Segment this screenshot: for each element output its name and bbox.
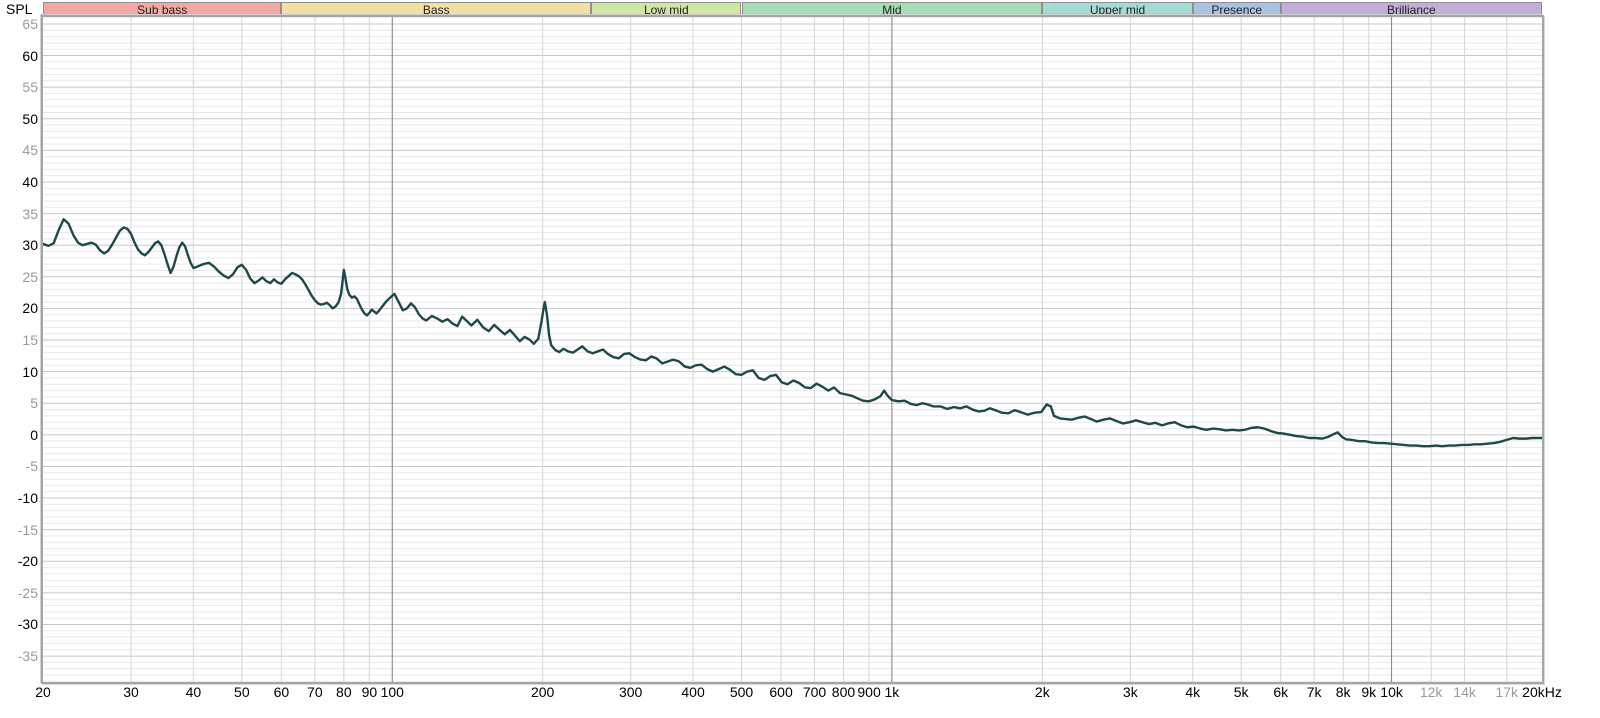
y-tick-label: 40 [22, 173, 38, 190]
x-tick-label: 900 [857, 684, 881, 700]
x-tick-label: 5k [1233, 684, 1249, 700]
x-tick-label: 300 [618, 684, 643, 700]
x-tick-label: 500 [729, 684, 754, 700]
y-tick-label: 30 [22, 237, 38, 254]
y-tick-label: -35 [17, 648, 38, 665]
y-tick-label: 5 [30, 395, 38, 412]
x-tick-label: 9k [1361, 684, 1377, 700]
y-tick-label: 45 [22, 142, 38, 159]
x-tick-label: 1k [884, 684, 900, 700]
x-tick-label: 800 [831, 684, 856, 700]
plot-area[interactable] [41, 15, 1544, 684]
y-tick-label: 0 [30, 426, 38, 443]
spl-frequency-response-chart: SPL Sub bass Bass Low mid Mid Upper mid Prese… [0, 0, 1600, 718]
x-axis-tick-labels: 20 30 40 50 60 70 80 90 100 200 300 400 500 600 700 800… [0, 685, 1600, 705]
x-tick-label: 3k [1122, 684, 1138, 700]
x-tick-label: 60 [273, 684, 290, 700]
x-tick-label: 8k [1335, 684, 1351, 700]
x-tick-label: 30 [123, 684, 139, 700]
x-tick-label: 40 [185, 684, 202, 700]
x-tick-label: 50 [234, 684, 250, 700]
y-tick-label: 55 [22, 79, 38, 96]
x-tick-label: 7k [1306, 684, 1322, 700]
x-tick-label: 20kHz [1522, 684, 1562, 700]
x-tick-label: 600 [769, 684, 793, 700]
x-tick-label: 17k [1495, 684, 1519, 700]
y-tick-label: -5 [25, 458, 38, 475]
x-tick-label: 4k [1185, 684, 1201, 700]
y-tick-label: 25 [22, 268, 38, 285]
x-tick-label: 70 [307, 684, 323, 700]
chart-canvas [43, 17, 1542, 682]
x-tick-label: 700 [802, 684, 827, 700]
x-tick-label: 90 [361, 684, 378, 700]
y-tick-label: -30 [17, 616, 38, 633]
x-tick-label: 20 [35, 684, 51, 700]
y-tick-label: -25 [17, 584, 38, 601]
x-tick-label: 2k [1034, 684, 1050, 700]
x-tick-label: 100 [380, 684, 404, 700]
x-tick-label: 6k [1273, 684, 1289, 700]
x-tick-label: 10k [1380, 684, 1403, 700]
x-tick-label: 200 [530, 684, 555, 700]
spl-response-curve [43, 218, 1542, 448]
y-tick-label: -15 [17, 521, 38, 538]
x-tick-label: 12k [1419, 684, 1443, 700]
y-tick-label: 65 [22, 15, 38, 32]
y-tick-label: 50 [22, 110, 38, 127]
x-tick-label: 80 [336, 684, 352, 700]
y-tick-label: -10 [17, 490, 38, 507]
y-tick-label: 60 [22, 47, 38, 64]
y-tick-label: 10 [22, 363, 38, 380]
y-tick-label: 35 [22, 205, 38, 222]
y-tick-label: 20 [22, 300, 38, 317]
y-tick-label: -20 [17, 553, 38, 570]
y-axis-tick-labels: 65 60 55 50 45 40 35 30 25 20 15 10 5 0 -5 -10 -15 -20 -25… [0, 0, 38, 718]
y-tick-label: 15 [22, 332, 38, 349]
x-tick-label: 14k [1453, 684, 1476, 700]
x-tick-label: 400 [681, 684, 705, 700]
